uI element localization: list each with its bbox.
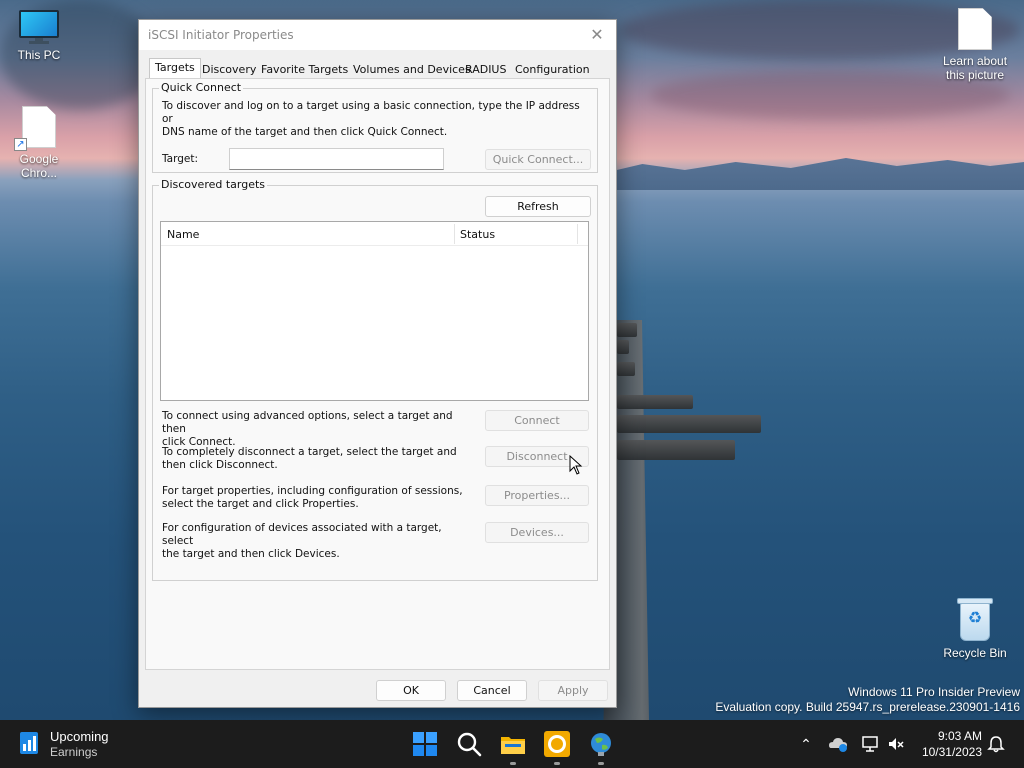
tab-targets[interactable]: Targets [149, 58, 201, 78]
chevron-up-icon[interactable]: ⌃ [796, 734, 816, 754]
pier-beam [617, 415, 761, 433]
target-input[interactable] [229, 148, 444, 170]
description-line: DNS name of the target and then click Qu… [162, 126, 448, 138]
description-line: To completely disconnect a target, selec… [162, 446, 457, 458]
file-icon [22, 106, 56, 148]
tab-favorite-targets[interactable]: Favorite Targets [256, 60, 353, 78]
group-label: Quick Connect [159, 81, 244, 94]
refresh-button[interactable]: Refresh [485, 196, 591, 217]
tab-discovery[interactable]: Discovery [197, 60, 261, 78]
properties-button[interactable]: Properties... [485, 485, 589, 506]
apply-button[interactable]: Apply [538, 680, 608, 701]
running-indicator [510, 762, 516, 765]
onedrive-icon[interactable] [828, 734, 848, 754]
description-line: then click Disconnect. [162, 459, 278, 471]
discovered-targets-group: Discovered targets Refresh Name Status T… [152, 178, 598, 581]
devices-description: For configuration of devices associated … [162, 522, 472, 561]
list-header: Name Status [161, 222, 588, 246]
title-bar[interactable]: iSCSI Initiator Properties ✕ [139, 20, 616, 50]
disconnect-description: To completely disconnect a target, selec… [162, 446, 472, 472]
desktop-icon-label: Recycle Bin [943, 646, 1007, 660]
close-icon[interactable]: ✕ [586, 24, 608, 46]
pier-beam [617, 395, 693, 409]
clock-date: 10/31/2023 [921, 745, 982, 759]
ok-button[interactable]: OK [376, 680, 446, 701]
devices-button[interactable]: Devices... [485, 522, 589, 543]
pier-beam [617, 323, 637, 337]
tab-configuration[interactable]: Configuration [510, 60, 595, 78]
running-indicator [554, 762, 560, 765]
os-watermark: Windows 11 Pro Insider Preview Evaluatio… [715, 685, 1020, 715]
window-title: iSCSI Initiator Properties [148, 28, 294, 42]
tab-radius[interactable]: RADIUS [460, 60, 511, 78]
pier-beam [617, 440, 735, 460]
column-separator[interactable] [577, 224, 578, 244]
pier-beam [617, 340, 629, 354]
pier-beam [617, 362, 635, 376]
mountains [600, 158, 1024, 190]
start-icon[interactable] [411, 730, 439, 758]
search-icon[interactable] [455, 730, 483, 758]
chrome-icon[interactable] [543, 730, 571, 758]
quick-connect-group: Quick Connect To discover and log on to … [152, 81, 598, 173]
desktop-icon-label: Chro... [20, 166, 57, 180]
file-explorer-icon[interactable] [499, 730, 527, 758]
notification-bell-icon[interactable] [986, 734, 1006, 754]
tab-volumes-and-devices[interactable]: Volumes and Devices [348, 60, 476, 78]
mouse-pointer-icon [569, 455, 583, 475]
watermark-line: Windows 11 Pro Insider Preview [848, 685, 1020, 699]
widget-subtitle: Earnings [50, 745, 98, 759]
desktop-icon-learn-about-picture[interactable]: Learn about this picture [937, 8, 1013, 82]
clock-time: 9:03 AM [937, 729, 982, 743]
column-separator[interactable] [454, 224, 455, 244]
description-line: For target properties, including configu… [162, 485, 463, 497]
running-indicator [598, 762, 604, 765]
connect-description: To connect using advanced options, selec… [162, 410, 472, 449]
group-label: Discovered targets [159, 178, 268, 191]
target-label: Target: [162, 153, 199, 165]
desktop-icon-label: This PC [17, 48, 61, 62]
network-globe-icon[interactable] [587, 730, 615, 758]
monitor-icon [19, 10, 59, 44]
description-line: To discover and log on to a target using… [162, 100, 580, 125]
recycle-bin-icon: ♻ [957, 598, 993, 642]
desktop-icon-label: Google [19, 152, 59, 166]
volume-muted-icon[interactable] [886, 734, 906, 754]
discovered-targets-list[interactable]: Name Status [160, 221, 589, 401]
shortcut-arrow-icon: ↗ [14, 138, 27, 151]
column-header-name[interactable]: Name [167, 228, 199, 241]
cancel-button[interactable]: Cancel [457, 680, 527, 701]
desktop-icon-google-chrome[interactable]: Google Chro... [1, 106, 77, 180]
network-icon[interactable] [860, 734, 880, 754]
watermark-line: Evaluation copy. Build 25947.rs_prerelea… [715, 700, 1020, 714]
column-header-status[interactable]: Status [460, 228, 495, 241]
taskbar: Upcoming Earnings ⌃ 9:03 AM 10/31/2023 [0, 720, 1024, 768]
stock-chart-icon [20, 732, 38, 754]
description-line: To connect using advanced options, selec… [162, 410, 453, 435]
description-line: select the target and click Properties. [162, 498, 359, 510]
desktop-icon-this-pc[interactable]: This PC [1, 10, 77, 62]
desktop-icon-label: Learn about [942, 54, 1008, 68]
widget-title: Upcoming [50, 729, 109, 744]
quick-connect-button[interactable]: Quick Connect... [485, 149, 591, 170]
system-clock[interactable]: 9:03 AM 10/31/2023 [918, 728, 982, 760]
connect-button[interactable]: Connect [485, 410, 589, 431]
description-line: For configuration of devices associated … [162, 522, 442, 547]
iscsi-initiator-dialog: iSCSI Initiator Properties ✕ Targets Dis… [138, 19, 617, 708]
desktop-icon-label: this picture [945, 68, 1005, 82]
desktop-icon-recycle-bin[interactable]: ♻ Recycle Bin [937, 598, 1013, 660]
properties-description: For target properties, including configu… [162, 485, 472, 511]
quick-connect-description: To discover and log on to a target using… [162, 100, 592, 139]
description-line: the target and then click Devices. [162, 548, 340, 560]
tab-page-targets: Quick Connect To discover and log on to … [145, 78, 610, 670]
file-icon [958, 8, 992, 50]
